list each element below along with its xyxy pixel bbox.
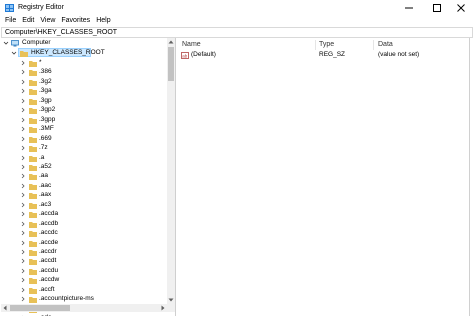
string-value-icon: ab <box>181 52 189 59</box>
svg-text:ab: ab <box>182 53 188 58</box>
folder-icon <box>29 79 37 86</box>
folder-icon <box>29 89 37 96</box>
folder-icon <box>29 297 37 304</box>
folder-icon <box>29 127 37 134</box>
tree-horizontal-scrollbar[interactable] <box>1 304 167 312</box>
close-button[interactable] <box>448 0 474 16</box>
folder-icon <box>29 259 37 266</box>
tree-label-computer: Computer <box>22 39 51 46</box>
folder-icon <box>29 108 37 115</box>
menu-edit[interactable]: Edit <box>20 16 38 26</box>
column-header-name[interactable]: Name <box>182 40 201 50</box>
chevron-down-icon[interactable] <box>3 38 9 48</box>
tree-horizontal-scroll-thumb[interactable] <box>10 305 70 311</box>
value-name[interactable]: (Default) <box>191 50 216 60</box>
folder-icon <box>29 183 37 190</box>
folder-icon <box>29 287 37 294</box>
title-bar: Registry Editor <box>0 0 474 16</box>
tree-vertical-scroll-thumb[interactable] <box>168 47 174 81</box>
folder-icon <box>29 240 37 247</box>
column-divider[interactable] <box>315 40 316 50</box>
address-bar[interactable]: Computer\HKEY_CLASSES_ROOT <box>1 27 473 38</box>
folder-icon <box>29 136 37 143</box>
folder-icon <box>29 70 37 77</box>
column-divider[interactable] <box>373 40 374 50</box>
scroll-left-icon[interactable] <box>2 305 8 311</box>
folder-icon <box>29 221 37 228</box>
close-icon <box>457 4 465 12</box>
minimize-button[interactable] <box>396 0 422 16</box>
registry-editor-app-icon <box>5 4 14 12</box>
chevron-down-icon[interactable] <box>11 48 17 58</box>
folder-icon <box>29 164 37 171</box>
folder-icon <box>29 193 37 200</box>
scroll-right-icon[interactable] <box>160 305 166 311</box>
maximize-button[interactable] <box>424 0 450 16</box>
tree-node-computer[interactable]: Computer <box>1 38 166 48</box>
folder-icon <box>29 146 37 153</box>
folder-icon <box>29 250 37 256</box>
maximize-icon <box>433 4 441 12</box>
folder-icon <box>29 61 37 67</box>
menu-view[interactable]: View <box>38 16 59 26</box>
folder-icon <box>29 278 37 285</box>
column-header-type[interactable]: Type <box>319 40 334 50</box>
scrollbar-corner <box>167 304 175 312</box>
window-title: Registry Editor <box>18 4 64 11</box>
folder-icon <box>29 174 37 181</box>
minimize-icon <box>405 7 413 9</box>
value-data: (value not set) <box>378 51 420 58</box>
tree-label-hkcr: HKEY_CLASSES_ROOT <box>31 49 105 56</box>
folder-icon <box>29 98 37 105</box>
tree-node-hkcr[interactable]: HKEY_CLASSES_ROOT <box>1 48 166 58</box>
folder-icon <box>29 268 37 275</box>
folder-open-icon <box>20 51 28 57</box>
folder-icon <box>29 212 37 219</box>
scroll-up-icon[interactable] <box>168 39 174 45</box>
key-tree: Computer HKEY_CLASSES_ROOT * .386.3g2.3ga… <box>1 38 176 316</box>
folder-icon <box>29 117 37 124</box>
column-header-data[interactable]: Data <box>378 40 393 50</box>
scroll-down-icon[interactable] <box>168 297 174 303</box>
value-type: REG_SZ <box>319 51 346 58</box>
menu-file[interactable]: File <box>3 16 20 26</box>
folder-icon <box>29 155 37 162</box>
menu-bar: File Edit View Favorites Help <box>0 16 474 26</box>
window-right-edge <box>469 38 470 316</box>
value-list: Name Type Data ab (Default) REG_SZ (valu… <box>178 38 474 316</box>
menu-help[interactable]: Help <box>94 16 114 26</box>
menu-favorites[interactable]: Favorites <box>59 16 94 26</box>
folder-icon <box>29 202 37 209</box>
folder-icon <box>29 231 37 238</box>
computer-icon <box>11 40 19 47</box>
tree-vertical-scrollbar[interactable] <box>167 38 175 304</box>
